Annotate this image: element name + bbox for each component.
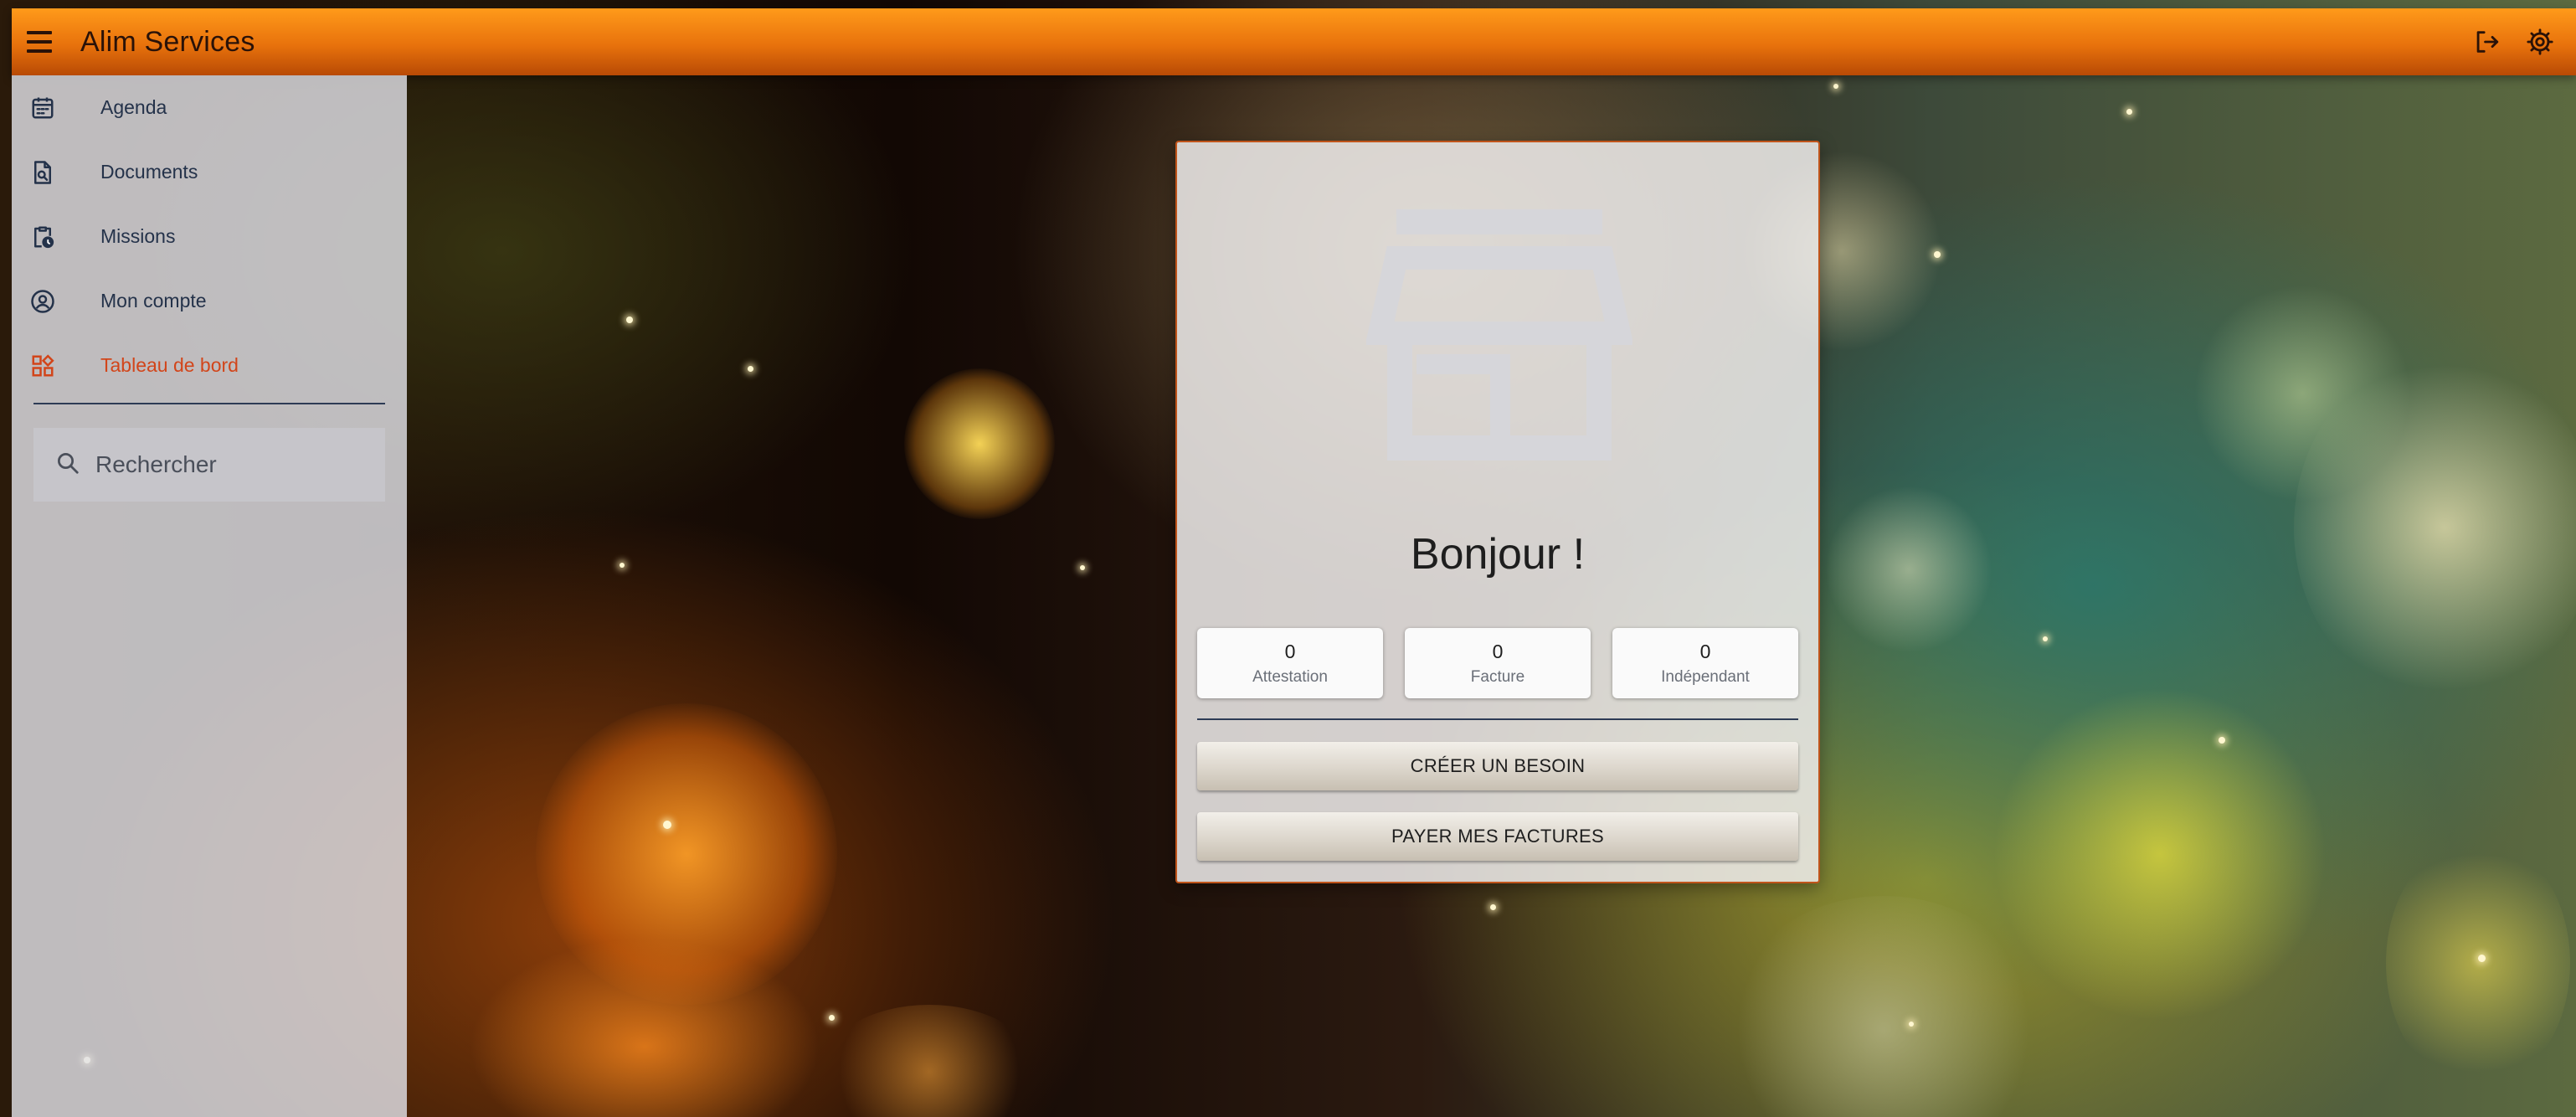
app-bar: Alim Services [12, 8, 2576, 75]
card-divider [1197, 718, 1798, 720]
document-search-icon [28, 158, 57, 187]
sidebar-item-label: Mon compte [100, 290, 207, 311]
stat-value: 0 [1699, 640, 1711, 662]
settings-gear-icon[interactable] [2524, 26, 2556, 58]
dashboard-card: Bonjour ! 0 Attestation 0 Facture 0 Indé… [1175, 141, 1820, 883]
sidebar-item-mon-compte[interactable]: Mon compte [12, 269, 407, 333]
stats-row: 0 Attestation 0 Facture 0 Indépendant [1197, 628, 1798, 698]
logout-icon[interactable] [2471, 26, 2502, 58]
greeting-title: Bonjour ! [1410, 530, 1586, 579]
sidebar-item-label: Missions [100, 225, 176, 247]
sidebar-item-agenda[interactable]: Agenda [12, 75, 407, 140]
clipboard-clock-icon [28, 223, 57, 251]
stat-label: Facture [1470, 667, 1525, 686]
stat-attestation[interactable]: 0 Attestation [1197, 628, 1383, 698]
stat-value: 0 [1492, 640, 1504, 662]
store-icon [1365, 209, 1634, 465]
sidebar: Agenda Documents Missions Mon compte Tab… [12, 75, 407, 1117]
pay-invoices-button[interactable]: PAYER MES FACTURES [1197, 812, 1798, 861]
sidebar-item-label: Agenda [100, 96, 167, 118]
search-input[interactable] [95, 451, 380, 478]
sidebar-item-documents[interactable]: Documents [12, 140, 407, 204]
menu-icon[interactable] [27, 25, 60, 59]
sidebar-item-label: Tableau de bord [100, 354, 239, 376]
app-bar-actions [2471, 26, 2556, 58]
sidebar-item-tableau-de-bord[interactable]: Tableau de bord [12, 333, 407, 398]
stat-label: Indépendant [1661, 667, 1750, 686]
sidebar-item-missions[interactable]: Missions [12, 204, 407, 269]
calendar-icon [28, 94, 57, 122]
create-need-button[interactable]: CRÉER UN BESOIN [1197, 742, 1798, 790]
app-title: Alim Services [80, 25, 255, 58]
stat-value: 0 [1284, 640, 1296, 662]
search-icon [55, 450, 80, 480]
stat-label: Attestation [1252, 667, 1328, 686]
sidebar-item-label: Documents [100, 161, 198, 183]
stat-facture[interactable]: 0 Facture [1405, 628, 1591, 698]
search-box[interactable] [33, 428, 385, 502]
sidebar-divider [33, 403, 385, 404]
stat-independant[interactable]: 0 Indépendant [1612, 628, 1798, 698]
account-circle-icon [28, 287, 57, 316]
dashboard-icon [28, 352, 57, 380]
